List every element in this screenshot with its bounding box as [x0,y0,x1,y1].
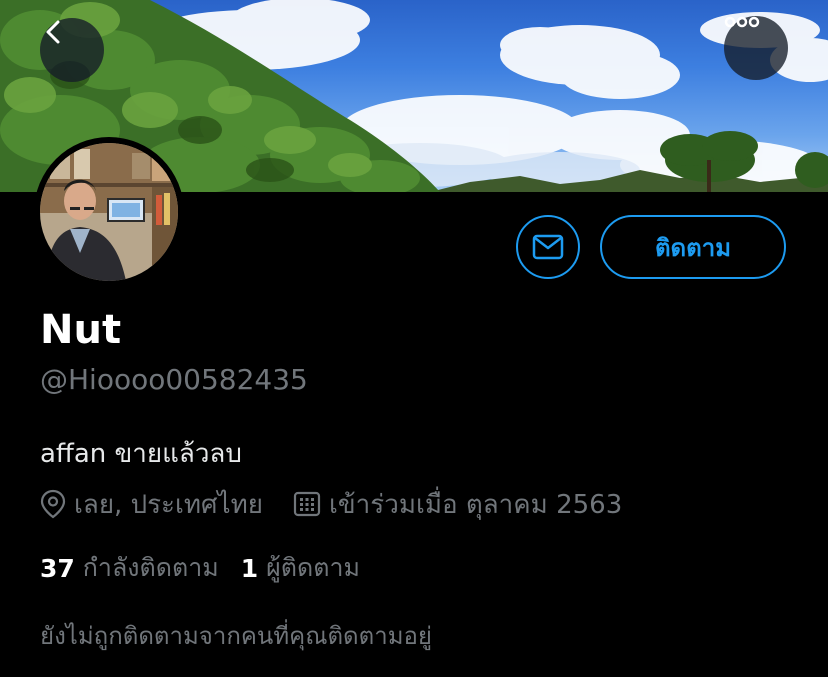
back-button[interactable] [40,18,104,82]
following-count: 37 [40,553,75,583]
message-button[interactable] [516,215,580,279]
ellipsis-icon [724,16,760,28]
profile-name: Nut [40,307,122,353]
following-link[interactable]: 37 กำลังติดตาม [40,548,219,588]
location-pin-icon [40,489,66,519]
more-options-button[interactable] [724,16,788,80]
profile-stats: 37 กำลังติดตาม 1 ผู้ติดตาม [40,550,360,586]
avatar-photo [40,143,178,281]
calendar-icon [293,490,321,518]
profile-avatar[interactable] [34,137,184,287]
followers-label: ผู้ติดตาม [266,553,361,582]
followers-link[interactable]: 1 ผู้ติดตาม [241,548,360,588]
following-label: กำลังติดตาม [82,553,219,582]
follow-button[interactable]: ติดตาม [600,215,786,279]
mutual-followers-note: ยังไม่ถูกติดตามจากคนที่คุณติดตามอยู่ [40,622,432,650]
chevron-left-icon [46,20,60,44]
profile-bio: affan ขายแล้วลบ [40,439,242,469]
profile-handle: @Hioooo00582435 [40,363,308,396]
followers-count: 1 [240,553,259,583]
mail-icon [532,234,564,260]
profile-join-date: เข้าร่วมเมื่อ ตุลาคม 2563 [329,489,623,520]
profile-location: เลย, ประเทศไทย [74,489,263,520]
profile-meta: เลย, ประเทศไทย เข้าร่วมเมื่อ ตุลาคม 2563 [40,486,622,522]
